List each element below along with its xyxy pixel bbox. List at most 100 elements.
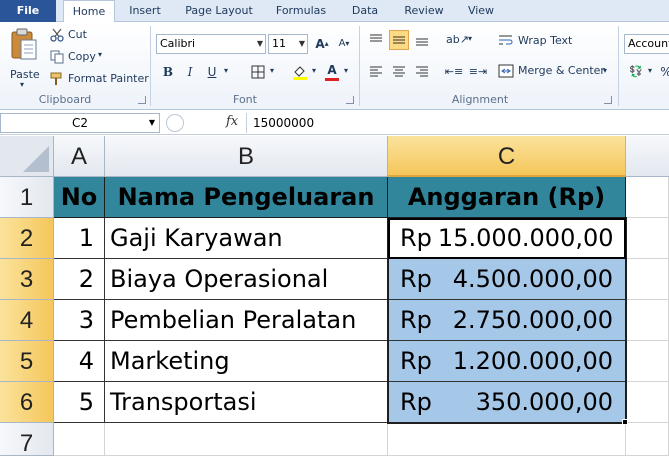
- format-painter-button[interactable]: Format Painter: [50, 71, 149, 87]
- chevron-down-icon: ▾: [603, 66, 608, 75]
- percent-style-icon[interactable]: %: [656, 62, 669, 82]
- tab-review[interactable]: Review: [396, 0, 452, 22]
- insert-function-icon[interactable]: fx: [226, 114, 238, 129]
- cell-d6[interactable]: [626, 382, 669, 423]
- chevron-down-icon[interactable]: ▾: [312, 66, 316, 75]
- merge-center-button[interactable]: Merge & Center ▾: [498, 62, 616, 80]
- cell-c1[interactable]: Anggaran (Rp): [388, 177, 626, 218]
- wrap-text-button[interactable]: Wrap Text: [498, 32, 598, 50]
- font-size-combo[interactable]: 11 ▼: [268, 34, 308, 54]
- cell-d1[interactable]: [626, 177, 669, 218]
- currency-symbol: Rp: [400, 265, 432, 293]
- row-header-5[interactable]: 5: [0, 341, 54, 382]
- paste-button[interactable]: Paste ▾: [6, 26, 42, 89]
- cell-c5[interactable]: Rp 1.200.000,00: [388, 341, 626, 382]
- align-left-icon[interactable]: [366, 62, 386, 82]
- orientation-icon[interactable]: ab↗: [446, 30, 469, 50]
- accounting-format-icon[interactable]: 💱: [626, 62, 646, 82]
- row-header-1[interactable]: 1: [0, 177, 54, 218]
- tab-home[interactable]: Home: [63, 0, 115, 23]
- fill-handle[interactable]: [622, 419, 628, 425]
- decrease-indent-icon[interactable]: ⇤≡: [444, 62, 464, 82]
- name-box[interactable]: C2 ▼: [0, 113, 160, 133]
- row-header-2[interactable]: 2: [0, 218, 54, 259]
- cell-c4[interactable]: Rp 2.750.000,00: [388, 300, 626, 341]
- align-center-icon[interactable]: [389, 62, 409, 82]
- font-color-icon[interactable]: A: [322, 62, 342, 82]
- chevron-down-icon: ▼: [256, 39, 263, 48]
- fill-color-icon[interactable]: [290, 62, 310, 82]
- align-middle-icon[interactable]: [389, 30, 409, 50]
- align-left-lines-icon: [370, 66, 382, 77]
- column-header-a[interactable]: A: [54, 136, 105, 177]
- cell-d4[interactable]: [626, 300, 669, 341]
- cell-d7[interactable]: [626, 423, 669, 456]
- number-format-combo[interactable]: Account: [624, 34, 669, 54]
- copy-button[interactable]: Copy ▾: [50, 49, 110, 65]
- cell-c6[interactable]: Rp 350.000,00: [388, 382, 626, 423]
- cell-b2[interactable]: Gaji Karyawan: [105, 218, 388, 259]
- tab-file[interactable]: File: [0, 0, 56, 22]
- row-header-7[interactable]: 7: [0, 423, 54, 456]
- cell-a4[interactable]: 3: [54, 300, 105, 341]
- cell-b3[interactable]: Biaya Operasional: [105, 259, 388, 300]
- cell-a1[interactable]: No: [54, 177, 105, 218]
- cell-a5[interactable]: 4: [54, 341, 105, 382]
- row-header-3[interactable]: 3: [0, 259, 54, 300]
- row-header-4[interactable]: 4: [0, 300, 54, 341]
- cell-c7[interactable]: [388, 423, 626, 456]
- cell-a7[interactable]: [54, 423, 105, 456]
- select-all-button[interactable]: [0, 136, 54, 177]
- font-launcher-icon[interactable]: [346, 96, 354, 104]
- cell-a6[interactable]: 5: [54, 382, 105, 423]
- cell-c2[interactable]: Rp 15.000.000,00: [388, 218, 626, 259]
- cell-d3[interactable]: [626, 259, 669, 300]
- tab-view[interactable]: View: [458, 0, 504, 22]
- cell-b4[interactable]: Pembelian Peralatan: [105, 300, 388, 341]
- chevron-down-icon[interactable]: ▾: [468, 34, 472, 43]
- chevron-down-icon[interactable]: ▾: [344, 66, 348, 75]
- chevron-down-icon[interactable]: ▾: [224, 66, 228, 75]
- tab-page-layout[interactable]: Page Layout: [178, 0, 260, 22]
- align-top-icon[interactable]: [366, 30, 386, 50]
- cell-d2[interactable]: [626, 218, 669, 259]
- formula-bar-grip-icon[interactable]: [166, 114, 184, 132]
- tab-formulas[interactable]: Formulas: [268, 0, 334, 22]
- paste-icon: [11, 28, 37, 60]
- row-header-6[interactable]: 6: [0, 382, 54, 423]
- chevron-down-icon[interactable]: ▾: [648, 66, 652, 75]
- font-name-combo[interactable]: Calibri ▼: [156, 34, 266, 54]
- worksheet-grid[interactable]: A B C 1 2 3 4 5 6 7 No Nama Pengeluaran …: [0, 136, 669, 456]
- number-format-value: Account: [628, 37, 669, 50]
- chevron-down-icon: ▾: [98, 50, 103, 59]
- cell-b6[interactable]: Transportasi: [105, 382, 388, 423]
- copy-label: Copy: [68, 50, 96, 63]
- column-header-d[interactable]: [626, 136, 669, 177]
- align-bottom-icon[interactable]: [412, 30, 432, 50]
- cell-b1[interactable]: Nama Pengeluaran: [105, 177, 388, 218]
- cell-b7[interactable]: [105, 423, 388, 456]
- tab-insert[interactable]: Insert: [120, 0, 170, 22]
- bold-icon[interactable]: B: [158, 62, 178, 82]
- cell-a2[interactable]: 1: [54, 218, 105, 259]
- italic-icon[interactable]: I: [180, 62, 200, 82]
- align-right-icon[interactable]: [412, 62, 432, 82]
- cell-d5[interactable]: [626, 341, 669, 382]
- tab-data[interactable]: Data: [342, 0, 388, 22]
- shrink-font-icon[interactable]: A▾: [334, 34, 354, 54]
- chevron-down-icon[interactable]: ▾: [270, 66, 274, 75]
- borders-icon[interactable]: [248, 62, 268, 82]
- column-header-c[interactable]: C: [388, 136, 626, 177]
- cell-a3[interactable]: 2: [54, 259, 105, 300]
- cell-b5[interactable]: Marketing: [105, 341, 388, 382]
- formula-input[interactable]: 15000000: [246, 113, 669, 133]
- cut-button[interactable]: Cut: [50, 27, 100, 43]
- alignment-launcher-icon[interactable]: [604, 96, 612, 104]
- clipboard-launcher-icon[interactable]: [138, 96, 146, 104]
- increase-indent-icon[interactable]: ≡⇥: [468, 62, 488, 82]
- font-size-value: 11: [272, 37, 286, 50]
- underline-icon[interactable]: U: [202, 62, 222, 82]
- column-header-b[interactable]: B: [105, 136, 388, 177]
- grow-font-icon[interactable]: A▴: [312, 34, 332, 54]
- cell-c3[interactable]: Rp 4.500.000,00: [388, 259, 626, 300]
